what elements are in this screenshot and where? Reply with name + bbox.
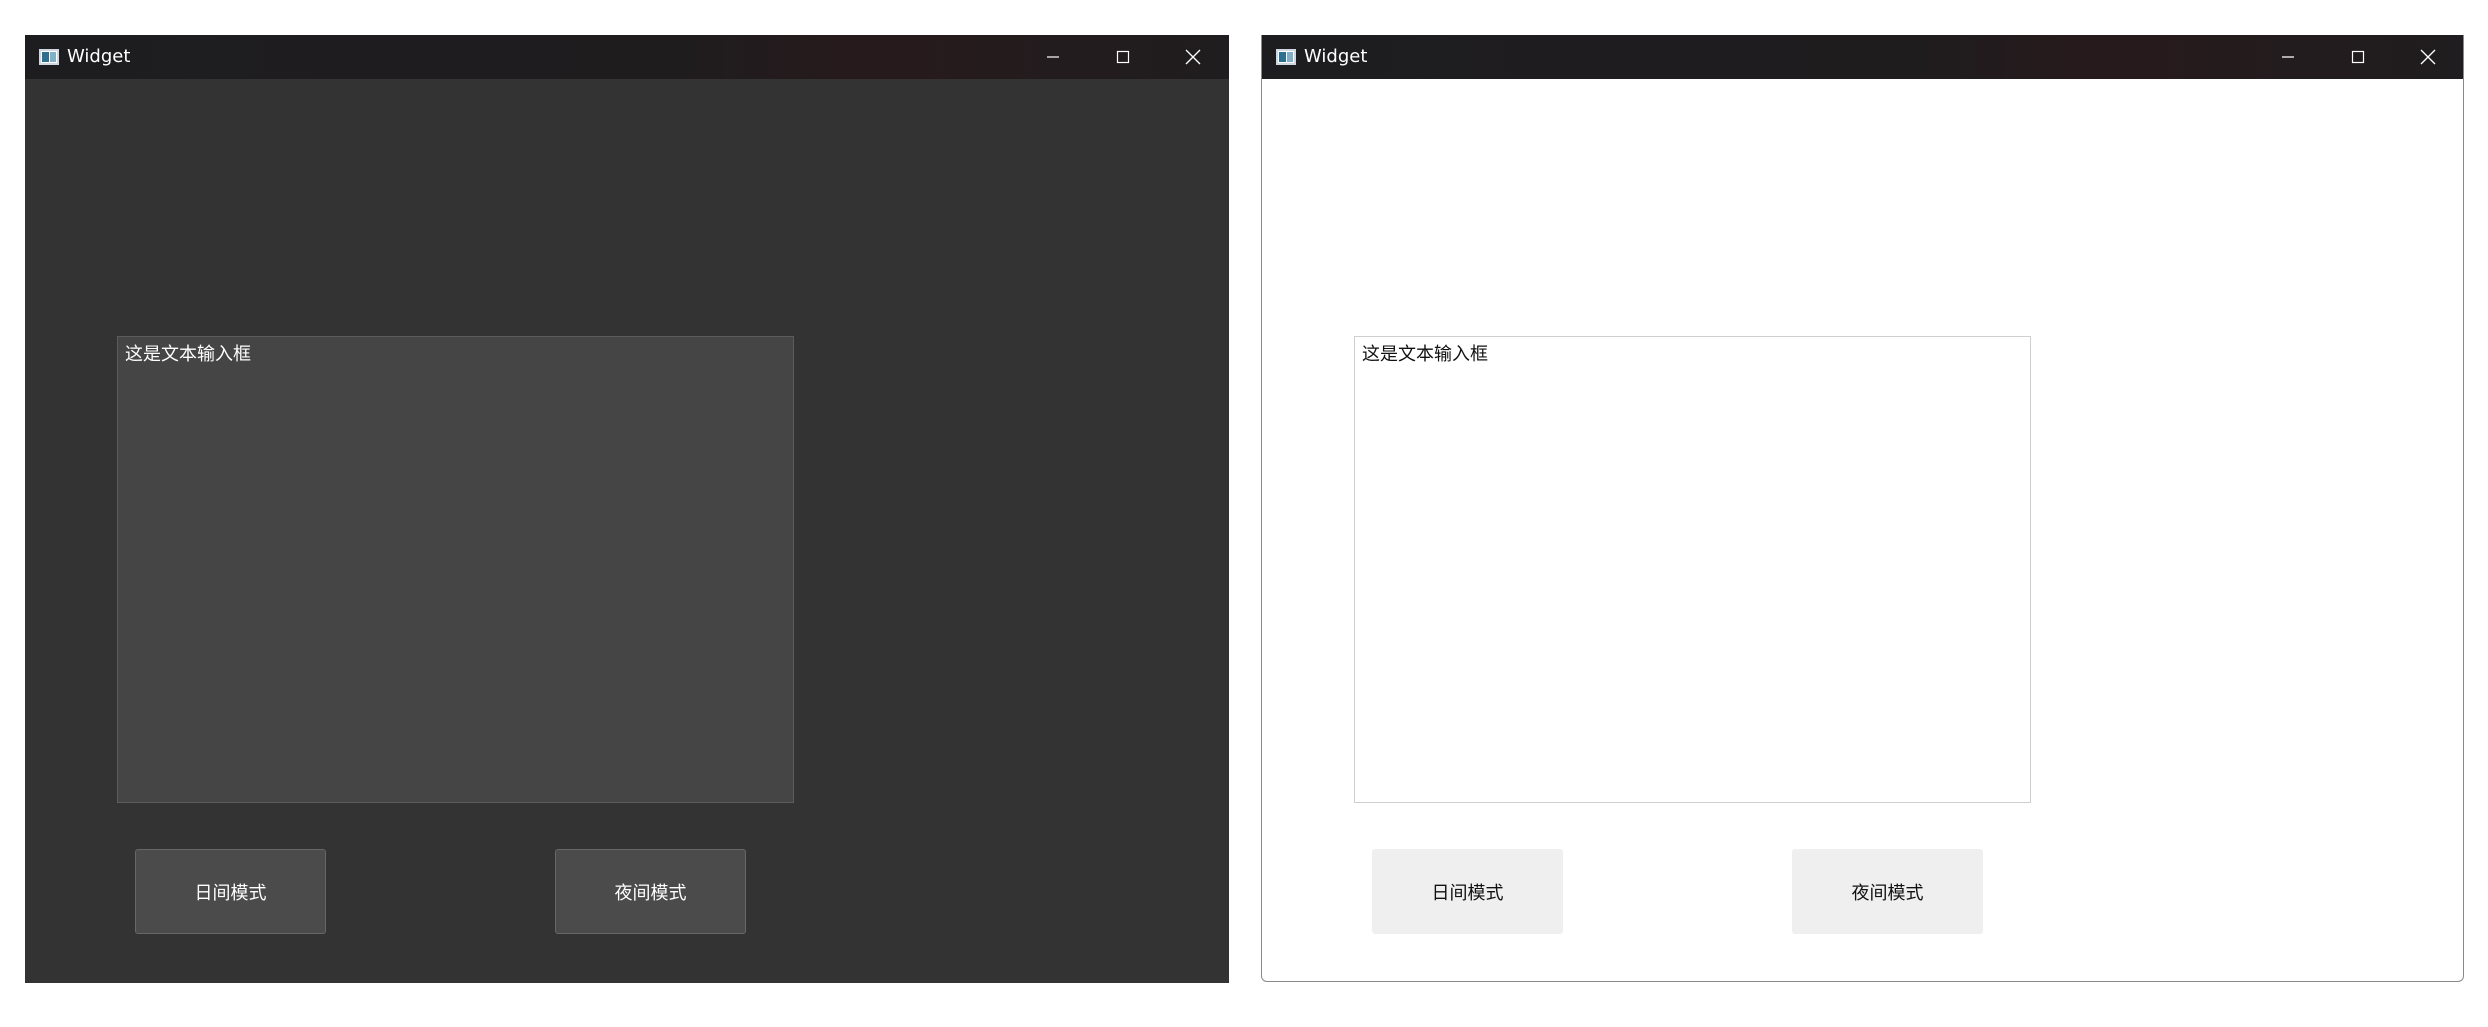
close-button[interactable] — [2394, 35, 2462, 79]
minimize-button[interactable] — [2254, 35, 2322, 79]
text-input-box[interactable]: 这是文本输入框 — [1354, 336, 2031, 803]
day-mode-button[interactable]: 日间模式 — [135, 849, 326, 934]
close-button[interactable] — [1159, 35, 1227, 79]
window-title: Widget — [1304, 46, 1368, 67]
title-bar[interactable]: Widget — [1262, 35, 2463, 79]
maximize-button[interactable] — [1089, 35, 1157, 79]
minimize-icon — [2282, 56, 2294, 58]
night-mode-button[interactable]: 夜间模式 — [555, 849, 746, 934]
maximize-button[interactable] — [2324, 35, 2392, 79]
close-icon — [1185, 49, 1201, 65]
app-window-icon — [1276, 49, 1296, 65]
widget-window-dark: Widget 这是文本输入框 日间模式 夜间模式 — [25, 35, 1229, 983]
minimize-button[interactable] — [1019, 35, 1087, 79]
app-window-icon — [39, 49, 59, 65]
window-title: Widget — [67, 46, 131, 67]
night-mode-button[interactable]: 夜间模式 — [1792, 849, 1983, 934]
close-icon — [2420, 49, 2436, 65]
text-input-box[interactable]: 这是文本输入框 — [117, 336, 794, 803]
widget-window-light: Widget 这是文本输入框 日间模式 夜间模式 — [1261, 35, 2464, 982]
title-bar[interactable]: Widget — [25, 35, 1229, 79]
day-mode-button[interactable]: 日间模式 — [1372, 849, 1563, 934]
minimize-icon — [1047, 56, 1059, 58]
maximize-icon — [2351, 50, 2365, 64]
maximize-icon — [1116, 50, 1130, 64]
